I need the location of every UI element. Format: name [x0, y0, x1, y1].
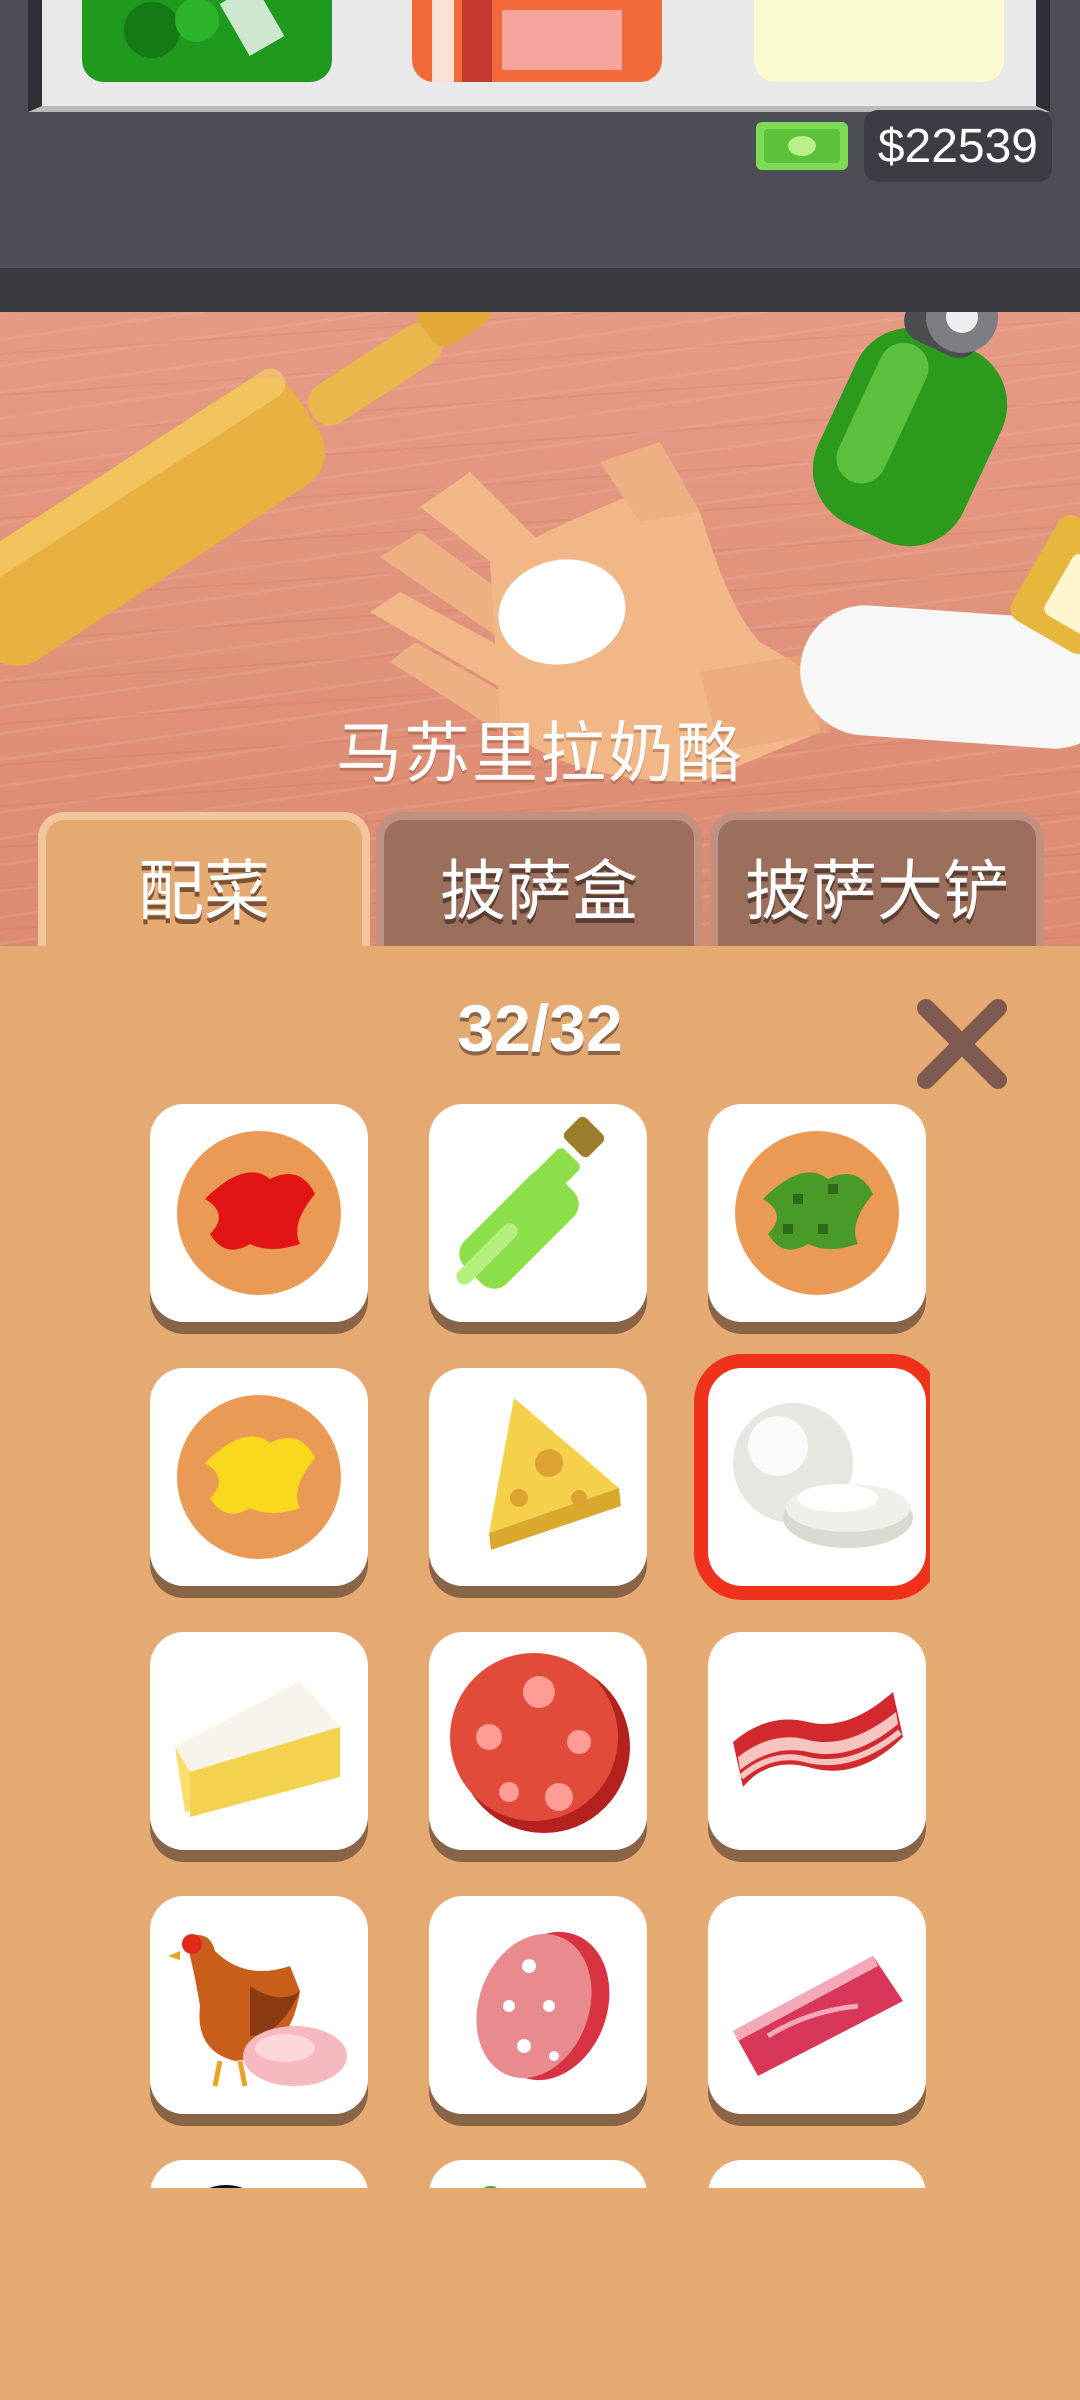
topping-tray-cheese[interactable] [754, 0, 1004, 82]
topping-shelf [28, 0, 1050, 112]
tab-pizza-box[interactable]: 披萨盒 [376, 812, 702, 952]
ham-icon [733, 1956, 903, 2076]
ingredient-panel: 32/32 [0, 946, 1080, 2400]
ingredient-item-bacon[interactable] [708, 1632, 926, 1850]
ingredient-item-spinach[interactable] [708, 2160, 926, 2188]
ingredient-item-olive-oil[interactable] [429, 1104, 647, 1322]
ingredient-item-tomato-sauce[interactable] [150, 1104, 368, 1322]
money-amount: $22539 [863, 110, 1052, 182]
spinach-icon [708, 2160, 926, 2188]
salami-icon [476, 1931, 610, 2081]
topping-tray-green[interactable] [82, 0, 332, 82]
money-display: $22539 [754, 110, 1052, 182]
counter-area: $22539 [0, 0, 1080, 268]
black-olive-icon [209, 2185, 243, 2188]
green-pepper-icon [483, 2186, 497, 2188]
counter-edge [0, 268, 1080, 312]
ingredient-item-pepperoni[interactable] [429, 1632, 647, 1850]
ingredient-item-ham[interactable] [708, 1896, 926, 2114]
bacon-icon [733, 1692, 903, 1787]
ingredient-item-green-pepper[interactable] [429, 2160, 647, 2188]
ingredient-name-label: 马苏里拉奶酪 [336, 715, 744, 792]
brie-icon [175, 1682, 340, 1817]
oil-bottle-icon[interactable] [793, 312, 1027, 566]
topping-tray-bacon[interactable] [412, 0, 662, 82]
cheese-wedge-icon [489, 1398, 621, 1550]
game-screen: $22539 马苏里拉奶酪 配菜 披萨盒 披萨大铲 32/32 [0, 0, 1080, 2400]
tab-toppings[interactable]: 配菜 [38, 812, 370, 952]
tomato-sauce-icon [177, 1131, 341, 1295]
close-icon[interactable] [912, 994, 1012, 1094]
ingredient-item-chicken[interactable] [150, 1896, 368, 2114]
ingredient-item-mozzarella[interactable] [694, 1354, 930, 1600]
ingredient-item-cheese-sauce[interactable] [150, 1368, 368, 1586]
pesto-sauce-icon [735, 1131, 899, 1295]
pepperoni-icon [450, 1653, 630, 1833]
ingredient-item-pesto-sauce[interactable] [708, 1104, 926, 1322]
ingredient-item-black-olive[interactable] [150, 2160, 368, 2188]
cash-icon [755, 122, 848, 170]
tab-pizza-peel[interactable]: 披萨大铲 [710, 812, 1044, 952]
ingredient-grid [150, 1104, 930, 2188]
ingredient-item-brie[interactable] [150, 1632, 368, 1850]
ingredient-item-cheese-wedge[interactable] [429, 1368, 647, 1586]
ingredient-item-salami[interactable] [429, 1896, 647, 2114]
mozzarella-icon [733, 1403, 913, 1548]
cheese-sauce-icon [177, 1395, 341, 1559]
chicken-icon [168, 1934, 347, 2087]
olive-oil-bottle-icon [456, 1116, 605, 1289]
